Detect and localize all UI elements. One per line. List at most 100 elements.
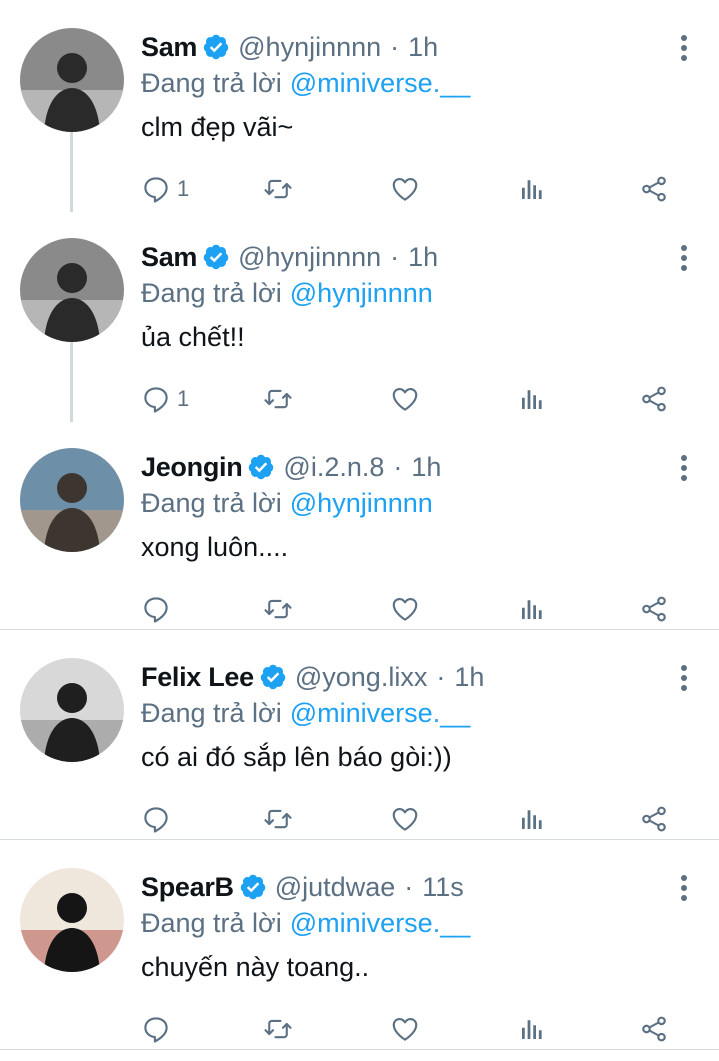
reply-context: Đang trả lời @miniverse.__ [141, 906, 679, 940]
avatar[interactable] [20, 658, 124, 762]
analytics-button[interactable] [517, 592, 547, 626]
like-button[interactable] [390, 592, 420, 626]
tweet-text: ủa chết!! [141, 321, 245, 352]
reply-context: Đang trả lời @hynjinnnn [141, 486, 679, 520]
reply-mention-link[interactable]: @hynjinnnn [290, 488, 433, 519]
separator-dot: · [393, 451, 403, 482]
more-vertical-icon [679, 245, 689, 277]
tweet-actions [141, 802, 681, 836]
more-options-button[interactable] [679, 33, 689, 63]
timestamp[interactable]: 1h [411, 452, 441, 483]
share-button[interactable] [639, 592, 669, 626]
retweet-icon [263, 1014, 293, 1044]
more-options-button[interactable] [679, 453, 689, 483]
tweet[interactable]: SpearB @jutdwae · 11s Đang trả lời @miniverse… [0, 840, 719, 1050]
like-button[interactable] [390, 382, 420, 416]
share-button[interactable] [639, 1012, 669, 1046]
like-button[interactable] [390, 802, 420, 836]
user-handle[interactable]: @hynjinnnn [238, 32, 381, 63]
user-handle[interactable]: @yong.lixx [295, 662, 427, 693]
analytics-button[interactable] [517, 172, 547, 206]
user-handle[interactable]: @i.2.n.8 [283, 452, 384, 483]
share-button[interactable] [639, 172, 669, 206]
more-options-button[interactable] [679, 663, 689, 693]
reply-icon [141, 384, 171, 414]
reply-button[interactable] [141, 1012, 177, 1046]
thread-connector [70, 132, 73, 212]
share-button[interactable] [639, 382, 669, 416]
more-vertical-icon [679, 455, 689, 487]
share-icon [639, 384, 669, 414]
reply-context: Đang trả lời @hynjinnnn [141, 276, 679, 310]
timestamp[interactable]: 1h [454, 662, 484, 693]
more-options-button[interactable] [679, 243, 689, 273]
tweet[interactable]: Jeongin @i.2.n.8 · 1h Đang trả lời @hynjinnnn… [0, 420, 719, 630]
tweet-actions [141, 1012, 681, 1046]
retweet-button[interactable] [263, 802, 293, 836]
display-name[interactable]: Sam [141, 32, 197, 63]
reply-label: Đang trả lời [141, 67, 282, 98]
tweet[interactable]: Sam @hynjinnnn · 1h Đang trả lời @hynjinnnn ủa… [0, 210, 719, 422]
tweet-text: chuyến này toang.. [141, 951, 370, 982]
timestamp[interactable]: 11s [422, 872, 464, 903]
tweet-header: Jeongin @i.2.n.8 · 1h [141, 448, 679, 486]
share-icon [639, 174, 669, 204]
retweet-icon [263, 384, 293, 414]
analytics-button[interactable] [517, 382, 547, 416]
avatar[interactable] [20, 238, 124, 342]
more-vertical-icon [679, 665, 689, 697]
reply-mention-link[interactable]: @miniverse.__ [290, 698, 470, 729]
share-icon [639, 1014, 669, 1044]
avatar[interactable] [20, 448, 124, 552]
more-vertical-icon [679, 35, 689, 67]
reply-mention-link[interactable]: @miniverse.__ [290, 68, 470, 99]
reply-button[interactable] [141, 802, 177, 836]
tweet-actions [141, 592, 681, 626]
reply-label: Đang trả lời [141, 697, 282, 728]
avatar[interactable] [20, 868, 124, 972]
display-name[interactable]: SpearB [141, 872, 234, 903]
analytics-icon [517, 594, 547, 624]
reply-button[interactable] [141, 592, 177, 626]
tweet-content: Sam @hynjinnnn · 1h Đang trả lời @miniverse._… [141, 28, 679, 146]
verified-badge-icon [249, 454, 274, 480]
reply-button[interactable]: 1 [141, 172, 189, 206]
display-name[interactable]: Jeongin [141, 452, 243, 483]
share-button[interactable] [639, 802, 669, 836]
avatar[interactable] [20, 28, 124, 132]
tweet-text: xong luôn.... [141, 531, 289, 562]
retweet-button[interactable] [263, 1012, 293, 1046]
display-name[interactable]: Sam [141, 242, 197, 273]
reply-icon [141, 1014, 171, 1044]
tweet[interactable]: Felix Lee @yong.lixx · 1h Đang trả lời @miniv… [0, 630, 719, 840]
retweet-icon [263, 174, 293, 204]
reply-context: Đang trả lời @miniverse.__ [141, 66, 679, 100]
analytics-button[interactable] [517, 1012, 547, 1046]
retweet-button[interactable] [263, 382, 293, 416]
retweet-button[interactable] [263, 172, 293, 206]
tweet[interactable]: Sam @hynjinnnn · 1h Đang trả lời @miniverse._… [0, 0, 719, 212]
retweet-button[interactable] [263, 592, 293, 626]
analytics-button[interactable] [517, 802, 547, 836]
like-button[interactable] [390, 1012, 420, 1046]
reply-context: Đang trả lời @miniverse.__ [141, 696, 679, 730]
like-icon [390, 804, 420, 834]
timestamp[interactable]: 1h [408, 32, 438, 63]
reply-mention-link[interactable]: @miniverse.__ [290, 908, 470, 939]
analytics-icon [517, 804, 547, 834]
reply-icon [141, 594, 171, 624]
display-name[interactable]: Felix Lee [141, 662, 254, 693]
user-handle[interactable]: @jutdwae [275, 872, 395, 903]
separator-dot: · [390, 31, 400, 62]
reply-icon [141, 804, 171, 834]
like-button[interactable] [390, 172, 420, 206]
timestamp[interactable]: 1h [408, 242, 438, 273]
reply-button[interactable]: 1 [141, 382, 189, 416]
share-icon [639, 804, 669, 834]
analytics-icon [517, 384, 547, 414]
thread-connector [70, 342, 73, 422]
tweet-content: Jeongin @i.2.n.8 · 1h Đang trả lời @hynjinnnn… [141, 448, 679, 566]
more-options-button[interactable] [679, 873, 689, 903]
reply-mention-link[interactable]: @hynjinnnn [290, 278, 433, 309]
user-handle[interactable]: @hynjinnnn [238, 242, 381, 273]
